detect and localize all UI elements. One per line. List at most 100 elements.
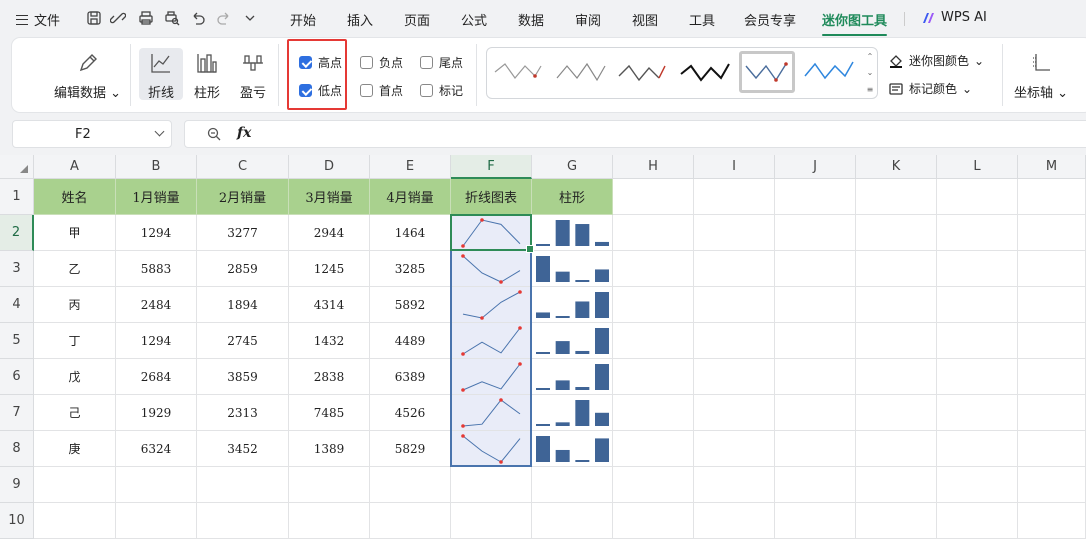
value-cell[interactable]: 5829: [370, 431, 451, 467]
grid-cell[interactable]: [451, 503, 532, 539]
column-sparkline-cell[interactable]: [532, 395, 613, 431]
chevron-down-icon[interactable]: ⌄: [867, 68, 874, 77]
name-cell[interactable]: 庚: [34, 431, 116, 467]
grid-cell[interactable]: [289, 467, 370, 503]
value-cell[interactable]: 2313: [197, 395, 289, 431]
low-point-check[interactable]: [299, 84, 312, 97]
row-header-7[interactable]: 7: [0, 395, 34, 431]
save-icon[interactable]: [86, 10, 102, 26]
grid-cell[interactable]: [613, 503, 694, 539]
column-header-g[interactable]: G: [532, 155, 613, 179]
grid-cell[interactable]: [613, 359, 694, 395]
name-cell[interactable]: 甲: [34, 215, 116, 251]
grid-cell[interactable]: [856, 359, 937, 395]
grid-cell[interactable]: [856, 323, 937, 359]
grid-cell[interactable]: [694, 215, 775, 251]
header-cell[interactable]: 4月销量: [370, 179, 451, 215]
value-cell[interactable]: 1432: [289, 323, 370, 359]
expand-gallery-icon[interactable]: ≡: [867, 85, 874, 94]
first-point-check[interactable]: [360, 84, 373, 97]
value-cell[interactable]: 3452: [197, 431, 289, 467]
grid-cell[interactable]: [937, 431, 1018, 467]
grid-cell[interactable]: [937, 467, 1018, 503]
type-line-button[interactable]: 折线: [139, 48, 183, 101]
name-cell[interactable]: 戊: [34, 359, 116, 395]
grid-cell[interactable]: [937, 251, 1018, 287]
grid-cell[interactable]: [694, 431, 775, 467]
row-header-2[interactable]: 2: [0, 215, 34, 251]
line-sparkline-cell[interactable]: [451, 287, 532, 323]
grid-cell[interactable]: [694, 287, 775, 323]
file-menu[interactable]: 文件: [16, 10, 60, 29]
grid-cell[interactable]: [532, 467, 613, 503]
tab-data[interactable]: 数据: [518, 10, 544, 29]
grid-cell[interactable]: [856, 503, 937, 539]
value-cell[interactable]: 1245: [289, 251, 370, 287]
grid-cell[interactable]: [34, 503, 116, 539]
value-cell[interactable]: 2859: [197, 251, 289, 287]
column-header-b[interactable]: B: [116, 155, 197, 179]
header-cell[interactable]: 2月销量: [197, 179, 289, 215]
grid-cell[interactable]: [937, 503, 1018, 539]
row-header-9[interactable]: 9: [0, 467, 34, 503]
first-point-checkbox[interactable]: 首点: [360, 82, 403, 99]
grid-cell[interactable]: [775, 323, 856, 359]
value-cell[interactable]: 2484: [116, 287, 197, 323]
row-header-10[interactable]: 10: [0, 503, 34, 539]
value-cell[interactable]: 1894: [197, 287, 289, 323]
value-cell[interactable]: 4489: [370, 323, 451, 359]
line-sparkline-cell[interactable]: [451, 359, 532, 395]
column-header-j[interactable]: J: [775, 155, 856, 179]
grid-cell[interactable]: [775, 179, 856, 215]
value-cell[interactable]: 2944: [289, 215, 370, 251]
column-header-m[interactable]: M: [1018, 155, 1086, 179]
value-cell[interactable]: 3285: [370, 251, 451, 287]
grid-cell[interactable]: [694, 323, 775, 359]
tab-view[interactable]: 视图: [632, 10, 658, 29]
column-header-d[interactable]: D: [289, 155, 370, 179]
grid-cell[interactable]: [613, 431, 694, 467]
value-cell[interactable]: 1929: [116, 395, 197, 431]
grid-cell[interactable]: [937, 179, 1018, 215]
column-sparkline-cell[interactable]: [532, 215, 613, 251]
grid-cell[interactable]: [775, 431, 856, 467]
name-cell[interactable]: 丙: [34, 287, 116, 323]
line-sparkline-cell[interactable]: [451, 251, 532, 287]
grid-cell[interactable]: [775, 359, 856, 395]
column-header-f[interactable]: F: [451, 155, 532, 179]
name-cell[interactable]: 己: [34, 395, 116, 431]
grid-cell[interactable]: [856, 395, 937, 431]
last-point-checkbox[interactable]: 尾点: [420, 54, 463, 71]
grid-cell[interactable]: [856, 287, 937, 323]
style-option-1[interactable]: [491, 54, 547, 90]
value-cell[interactable]: 1294: [116, 215, 197, 251]
style-option-3[interactable]: [615, 54, 671, 90]
grid-cell[interactable]: [1018, 215, 1086, 251]
grid-cell[interactable]: [1018, 395, 1086, 431]
value-cell[interactable]: 4314: [289, 287, 370, 323]
value-cell[interactable]: 2684: [116, 359, 197, 395]
value-cell[interactable]: 6324: [116, 431, 197, 467]
style-option-6[interactable]: [801, 54, 857, 90]
header-cell[interactable]: 柱形: [532, 179, 613, 215]
undo-icon[interactable]: [190, 10, 206, 26]
grid-cell[interactable]: [856, 179, 937, 215]
grid-cell[interactable]: [937, 287, 1018, 323]
grid-cell[interactable]: [613, 287, 694, 323]
grid-cell[interactable]: [775, 395, 856, 431]
row-header-6[interactable]: 6: [0, 359, 34, 395]
grid-cell[interactable]: [451, 467, 532, 503]
grid-cell[interactable]: [116, 467, 197, 503]
grid-cell[interactable]: [1018, 323, 1086, 359]
line-sparkline-cell[interactable]: [451, 323, 532, 359]
grid-cell[interactable]: [613, 323, 694, 359]
name-box[interactable]: F2: [12, 120, 172, 148]
tab-page[interactable]: 页面: [404, 10, 430, 29]
grid-cell[interactable]: [937, 395, 1018, 431]
line-sparkline-cell[interactable]: [451, 431, 532, 467]
grid-cell[interactable]: [370, 467, 451, 503]
value-cell[interactable]: 3277: [197, 215, 289, 251]
print-icon[interactable]: [138, 10, 154, 26]
tab-tools[interactable]: 工具: [689, 10, 715, 29]
grid-cell[interactable]: [197, 467, 289, 503]
